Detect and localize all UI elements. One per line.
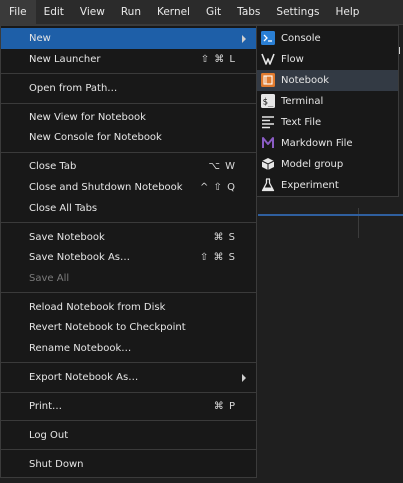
submenu-item-terminal[interactable]: $_ Terminal xyxy=(257,91,398,112)
menu-item-close-and-shutdown-notebook[interactable]: Close and Shutdown Notebook ^ ⇧ Q xyxy=(1,177,256,198)
menu-item-log-out[interactable]: Log Out xyxy=(1,425,256,446)
menu-view[interactable]: View xyxy=(72,0,113,24)
menu-item-save-all: Save All xyxy=(1,268,256,289)
menu-item-label: Open from Path… xyxy=(29,83,118,94)
submenu-item-label: Text File xyxy=(281,117,322,128)
menu-git[interactable]: Git xyxy=(198,0,229,24)
menu-kernel[interactable]: Kernel xyxy=(149,0,198,24)
menubar: File Edit View Run Kernel Git Tabs Setti… xyxy=(0,0,403,25)
shortcut-label: ⌘ P xyxy=(213,401,236,412)
menu-separator xyxy=(1,152,256,153)
menu-item-new-view-for-notebook[interactable]: New View for Notebook xyxy=(1,107,256,128)
menu-item-label: Rename Notebook… xyxy=(29,343,132,354)
menu-item-save-notebook-as[interactable]: Save Notebook As… ⇧ ⌘ S xyxy=(1,247,256,268)
submenu-item-notebook[interactable]: Notebook xyxy=(257,70,398,91)
menu-item-revert-notebook-to-checkpoint[interactable]: Revert Notebook to Checkpoint xyxy=(1,317,256,338)
menu-item-new-console-for-notebook[interactable]: New Console for Notebook xyxy=(1,127,256,148)
submenu-item-label: Console xyxy=(281,33,321,44)
submenu-item-text-file[interactable]: Text File xyxy=(257,112,398,133)
file-menu: New New Launcher ⇧ ⌘ L Open from Path… N… xyxy=(0,25,257,478)
menu-item-label: Save All xyxy=(29,273,70,284)
submenu-item-console[interactable]: Console xyxy=(257,28,398,49)
menu-separator xyxy=(1,103,256,104)
menu-separator xyxy=(1,362,256,363)
experiment-icon xyxy=(261,178,275,192)
submenu-item-label: Model group xyxy=(281,159,344,170)
menu-item-label: New Launcher xyxy=(29,54,101,65)
shortcut-label: ⇧ ⌘ L xyxy=(200,54,236,65)
background-divider xyxy=(358,208,359,238)
menu-item-label: New Console for Notebook xyxy=(29,132,162,143)
menu-item-reload-notebook-from-disk[interactable]: Reload Notebook from Disk xyxy=(1,297,256,318)
model-group-icon xyxy=(261,158,275,170)
menu-item-open-from-path[interactable]: Open from Path… xyxy=(1,78,256,99)
shortcut-label: ⌥ W xyxy=(208,161,236,172)
notebook-icon xyxy=(261,73,275,87)
menu-settings[interactable]: Settings xyxy=(268,0,327,24)
menu-run[interactable]: Run xyxy=(113,0,149,24)
shortcut-label: ⌘ S xyxy=(213,232,236,243)
svg-text:$_: $_ xyxy=(263,98,274,108)
submenu-item-flow[interactable]: Flow xyxy=(257,49,398,70)
submenu-arrow-icon xyxy=(242,34,246,43)
menu-item-close-all-tabs[interactable]: Close All Tabs xyxy=(1,198,256,219)
menu-separator xyxy=(1,392,256,393)
menu-item-label: Log Out xyxy=(29,430,69,441)
menu-item-label: Shut Down xyxy=(29,459,84,470)
menu-item-label: Save Notebook xyxy=(29,232,105,243)
menu-tabs[interactable]: Tabs xyxy=(229,0,268,24)
submenu-item-model-group[interactable]: Model group xyxy=(257,154,398,175)
console-icon xyxy=(261,31,275,45)
menu-item-label: Close All Tabs xyxy=(29,203,98,214)
menu-separator xyxy=(1,222,256,223)
submenu-item-label: Notebook xyxy=(281,75,330,86)
menu-item-label: Print… xyxy=(29,401,63,412)
menu-item-new-launcher[interactable]: New Launcher ⇧ ⌘ L xyxy=(1,49,256,70)
menu-help[interactable]: Help xyxy=(327,0,367,24)
menu-item-shut-down[interactable]: Shut Down xyxy=(1,454,256,475)
shortcut-label: ^ ⇧ Q xyxy=(200,182,236,193)
menu-item-label: Close and Shutdown Notebook xyxy=(29,182,183,193)
menu-item-label: Revert Notebook to Checkpoint xyxy=(29,322,186,333)
markdown-icon xyxy=(262,137,274,148)
menu-item-label: Close Tab xyxy=(29,161,77,172)
text-file-icon xyxy=(262,116,274,129)
menu-separator xyxy=(1,420,256,421)
submenu-item-label: Markdown File xyxy=(281,138,353,149)
flow-icon xyxy=(261,53,275,65)
shortcut-label: ⇧ ⌘ S xyxy=(199,252,236,263)
new-submenu: Console Flow Notebook $_ Terminal Text F… xyxy=(256,25,399,197)
terminal-icon: $_ xyxy=(261,94,275,108)
submenu-item-experiment[interactable]: Experiment xyxy=(257,175,398,196)
menu-file[interactable]: File xyxy=(0,0,36,24)
submenu-item-label: Experiment xyxy=(281,180,339,191)
menu-separator xyxy=(1,449,256,450)
menu-edit[interactable]: Edit xyxy=(36,0,72,24)
submenu-arrow-icon xyxy=(242,373,246,382)
menu-item-new[interactable]: New xyxy=(1,28,256,49)
menu-item-label: Export Notebook As… xyxy=(29,372,139,383)
submenu-item-label: Terminal xyxy=(281,96,324,107)
menu-item-label: Save Notebook As… xyxy=(29,252,131,263)
menu-item-save-notebook[interactable]: Save Notebook ⌘ S xyxy=(1,227,256,248)
menu-separator xyxy=(1,73,256,74)
menu-item-label: New View for Notebook xyxy=(29,112,146,123)
menu-item-rename-notebook[interactable]: Rename Notebook… xyxy=(1,338,256,359)
menu-item-export-notebook-as[interactable]: Export Notebook As… xyxy=(1,367,256,388)
menu-item-close-tab[interactable]: Close Tab ⌥ W xyxy=(1,156,256,177)
menu-separator xyxy=(1,292,256,293)
submenu-item-markdown-file[interactable]: Markdown File xyxy=(257,133,398,154)
submenu-item-label: Flow xyxy=(281,54,304,65)
menu-item-label: Reload Notebook from Disk xyxy=(29,302,166,313)
background-active-tab-indicator xyxy=(258,214,403,216)
menu-item-label: New xyxy=(29,33,51,44)
menu-item-print[interactable]: Print… ⌘ P xyxy=(1,396,256,417)
